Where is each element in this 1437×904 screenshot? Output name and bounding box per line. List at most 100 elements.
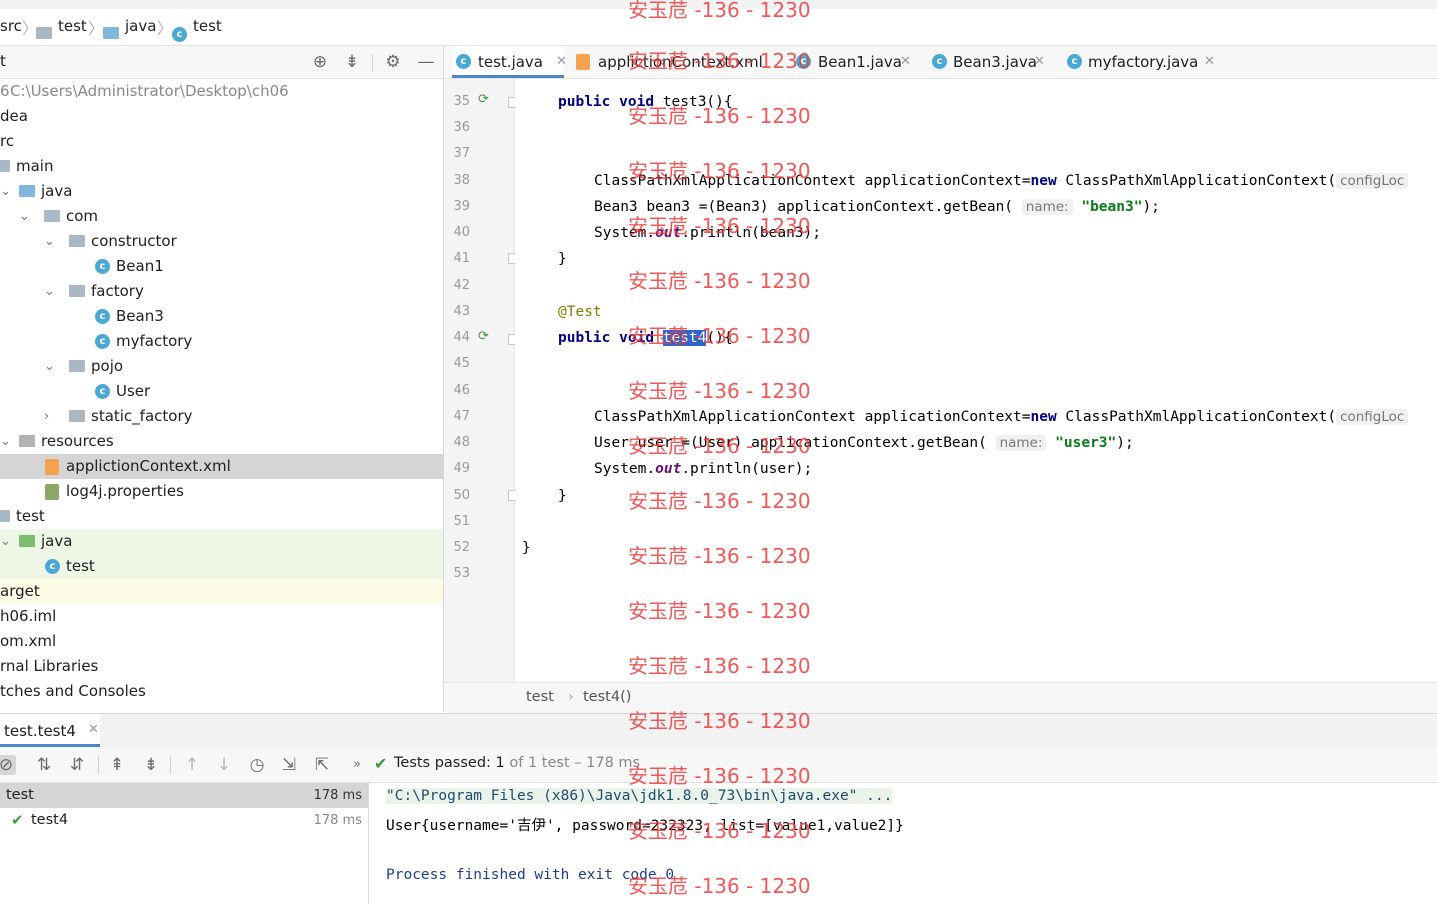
- tree-item-pojo[interactable]: ⌄ pojo: [0, 354, 443, 379]
- chevron-down-icon[interactable]: ⌄: [44, 354, 55, 379]
- collapse-all-icon[interactable]: ⇟: [141, 755, 161, 775]
- chevron-right-icon: ›: [568, 689, 574, 705]
- tree-item-test-java[interactable]: ⌄ java: [0, 529, 443, 554]
- tree-item-test-class[interactable]: c test: [0, 554, 443, 579]
- test-row-suite[interactable]: test 178 ms: [0, 783, 368, 808]
- tree-item-constructor[interactable]: ⌄ constructor: [0, 229, 443, 254]
- run-test-icon[interactable]: ⟳: [478, 329, 492, 344]
- stop-icon[interactable]: ⊘: [0, 755, 16, 775]
- tree-item-log4j-properties[interactable]: log4j.properties: [0, 479, 443, 504]
- resources-folder-icon: [19, 435, 35, 447]
- tree-item-myfactory[interactable]: c myfactory: [0, 329, 443, 354]
- chevron-down-icon[interactable]: ⌄: [0, 179, 11, 204]
- more-icon[interactable]: »: [347, 755, 367, 775]
- tree-item-iml[interactable]: h06.iml: [0, 604, 443, 629]
- line-number-gutter[interactable]: 35 36 37 38 39 40 41 42 43 44 45 46 47 4…: [444, 79, 515, 682]
- tree-item-test-folder[interactable]: test: [0, 504, 443, 529]
- class-icon: c: [1067, 54, 1082, 69]
- check-icon: ✔: [374, 754, 388, 773]
- package-icon: [69, 235, 85, 247]
- tree-item-label: pojo: [91, 357, 124, 375]
- history-icon[interactable]: ◷: [247, 755, 267, 775]
- editor-crumb-method[interactable]: test4(): [583, 689, 631, 705]
- chevron-down-icon[interactable]: ⌄: [0, 529, 11, 554]
- tree-item-label: dea: [0, 107, 28, 125]
- run-test-icon[interactable]: ⟳: [478, 92, 492, 107]
- tree-item-label: factory: [91, 282, 144, 300]
- console-output[interactable]: "C:\Program Files (x86)\Java\jdk1.8.0_73…: [369, 783, 1437, 904]
- arrow-up-icon[interactable]: ↑: [182, 755, 202, 775]
- line-number: 46: [453, 383, 470, 398]
- tree-item-external-libraries[interactable]: rnal Libraries: [0, 654, 443, 679]
- tree-item-project-root[interactable]: 6 C:\Users\Administrator\Desktop\ch06: [0, 79, 443, 104]
- tree-item-idea[interactable]: dea: [0, 104, 443, 129]
- properties-file-icon: [45, 484, 59, 500]
- breadcrumb-item-java[interactable]: java: [125, 17, 156, 35]
- tree-item-user[interactable]: c User: [0, 379, 443, 404]
- watermark: 安玉苊 -136 - 1230: [628, 0, 811, 22]
- tree-item-java[interactable]: ⌄ java: [0, 179, 443, 204]
- chevron-down-icon[interactable]: ⌄: [44, 229, 55, 254]
- tree-item-com[interactable]: ⌄ com: [0, 204, 443, 229]
- tree-item-label: arget: [0, 582, 40, 600]
- tree-item-label: Bean3: [116, 307, 164, 325]
- tree-item-resources[interactable]: ⌄ resources: [0, 429, 443, 454]
- line-number: 35: [453, 94, 470, 109]
- tab-test-java[interactable]: c test.java ✕: [452, 46, 567, 78]
- tab-bean3-java[interactable]: c Bean3.java ✕: [930, 46, 1050, 78]
- editor-crumb-class[interactable]: test: [526, 689, 554, 705]
- tab-run-test4[interactable]: test.test4 ✕: [0, 714, 100, 747]
- test-status: Tests passed: 1 of 1 test – 178 ms: [394, 755, 641, 771]
- watermark: 安玉苊 -136 - 1230: [628, 379, 811, 403]
- tree-item-bean3[interactable]: c Bean3: [0, 304, 443, 329]
- tree-item-main[interactable]: main: [0, 154, 443, 179]
- close-icon[interactable]: ✕: [556, 46, 567, 78]
- tree-item-label: rnal Libraries: [0, 657, 99, 675]
- test-row-test4[interactable]: ✔ test4 178 ms: [0, 808, 368, 833]
- watermark: 安玉苊 -136 - 1230: [628, 874, 811, 898]
- breadcrumb-item-src[interactable]: src: [0, 17, 22, 35]
- close-icon[interactable]: ✕: [900, 46, 911, 78]
- tree-item-pom[interactable]: om.xml: [0, 629, 443, 654]
- tree-item-bean1[interactable]: c Bean1: [0, 254, 443, 279]
- watermark: 安玉苊 -136 - 1230: [628, 159, 811, 183]
- tree-item-target[interactable]: arget: [0, 579, 443, 604]
- divider: [170, 756, 171, 774]
- folder-icon: [19, 185, 35, 197]
- tree-item-factory[interactable]: ⌄ factory: [0, 279, 443, 304]
- close-icon[interactable]: ✕: [1034, 46, 1045, 78]
- chevron-down-icon[interactable]: ⌄: [19, 204, 30, 229]
- arrow-down-icon[interactable]: ↓: [214, 755, 234, 775]
- xml-file-icon: [45, 459, 59, 475]
- class-icon: c: [172, 27, 187, 42]
- chevron-right-icon: 〉: [88, 19, 105, 38]
- tree-item-static-factory[interactable]: › static_factory: [0, 404, 443, 429]
- close-icon[interactable]: ✕: [1204, 46, 1215, 78]
- chevron-down-icon[interactable]: ⌄: [44, 279, 55, 304]
- breadcrumb-item-test[interactable]: test: [58, 17, 87, 35]
- sort-duration-icon[interactable]: ⇵: [67, 755, 87, 775]
- watermark: 安玉苊 -136 - 1230: [628, 269, 811, 293]
- import-icon[interactable]: ⇲: [279, 755, 299, 775]
- minimize-icon[interactable]: —: [416, 52, 436, 72]
- watermark: 安玉苊 -136 - 1230: [628, 709, 811, 733]
- collapse-all-icon[interactable]: ⇟: [342, 52, 362, 72]
- line-number: 39: [453, 199, 470, 214]
- sort-alpha-icon[interactable]: ⇅: [34, 755, 54, 775]
- tab-bean1-java[interactable]: c Bean1.java ✕: [794, 46, 914, 78]
- gear-icon[interactable]: ⚙: [383, 52, 403, 72]
- chevron-down-icon[interactable]: ⌄: [0, 429, 11, 454]
- expand-all-icon[interactable]: ⇞: [107, 755, 127, 775]
- locate-icon[interactable]: ⊕: [310, 52, 330, 72]
- tree-item-scratches[interactable]: tches and Consoles: [0, 679, 443, 704]
- tree-item-src[interactable]: rc: [0, 129, 443, 154]
- parameter-hint: configLoc: [1336, 173, 1409, 189]
- breadcrumb-item-test-class[interactable]: test: [193, 17, 222, 35]
- chevron-right-icon[interactable]: ›: [44, 404, 49, 429]
- tab-myfactory-java[interactable]: c myfactory.java ✕: [1065, 46, 1215, 78]
- tree-item-applictioncontext-xml[interactable]: applictionContext.xml: [0, 454, 443, 479]
- export-icon[interactable]: ⇱: [312, 755, 332, 775]
- tree-item-label: main: [16, 157, 54, 175]
- close-icon[interactable]: ✕: [88, 722, 99, 737]
- code-line-49: System.out.println(user);: [594, 461, 813, 477]
